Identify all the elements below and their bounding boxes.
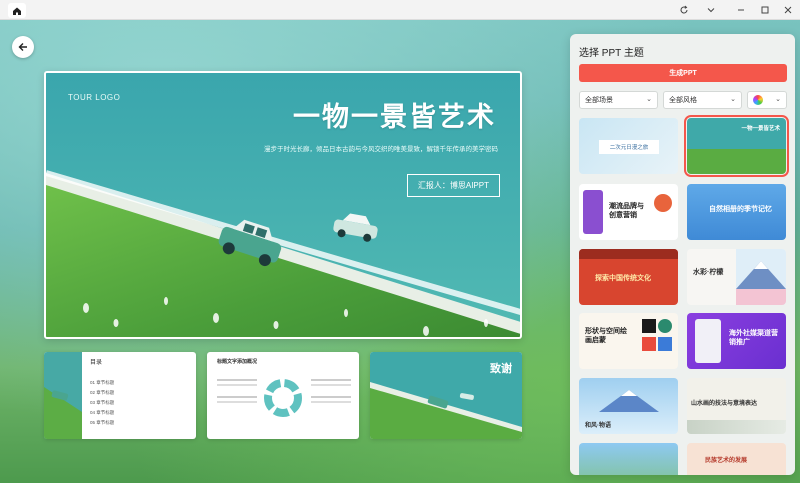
template-art [583, 190, 603, 234]
chevron-down-icon: ⌄ [775, 96, 781, 103]
overview-text-lines [217, 376, 257, 416]
generate-ppt-button[interactable]: 生成PPT [579, 64, 787, 82]
color-wheel-icon [753, 95, 763, 105]
chevron-down-icon: ⌄ [730, 96, 736, 103]
template-art [658, 319, 672, 333]
slide-thumbnail-overview[interactable]: 标题文字添加概况 [207, 352, 359, 439]
style-select[interactable]: 全部风格 ⌄ [663, 91, 742, 109]
fuji-illustration [599, 390, 659, 412]
chevron-down-icon[interactable] [703, 2, 719, 18]
toc-item: 02 章节标题 [90, 390, 115, 395]
template-label: 海外社媒渠道营销推广 [729, 330, 778, 346]
refresh-icon[interactable] [676, 2, 692, 18]
style-select-value: 全部风格 [669, 97, 697, 104]
toc-item: 03 章节标题 [90, 400, 115, 405]
slide-thumbnail-thanks[interactable]: 致谢 [370, 352, 522, 439]
slide-reporter: 汇报人：博思AIPPT [406, 174, 500, 197]
template-label: 水彩·柠檬 [693, 269, 724, 276]
template-label: 二次元日漫之旅 [599, 140, 659, 154]
template-label: 探索中国传统文化 [595, 275, 651, 282]
slide-logo: TOUR LOGO [68, 93, 121, 102]
template-card-selected[interactable]: 一物一景皆艺术 [684, 115, 789, 177]
minimize-icon[interactable] [733, 2, 749, 18]
template-art [658, 337, 672, 351]
template-art [642, 319, 656, 333]
toc-item: 05 章节标题 [90, 420, 115, 425]
toc-item: 04 章节标题 [90, 410, 115, 415]
template-label: 潮流品牌与创意营销 [609, 203, 644, 219]
template-label: 自然相册的季节记忆 [709, 206, 772, 213]
template-art [642, 337, 656, 351]
template-card[interactable]: 探索中国传统文化 [579, 249, 678, 305]
back-button[interactable] [12, 36, 34, 58]
thanks-title: 致谢 [490, 362, 512, 375]
theme-panel: 选择 PPT 主题 生成PPT 全部场景 ⌄ 全部风格 ⌄ ⌄ 二次元日漫之旅 … [570, 34, 795, 475]
scene-select-value: 全部场景 [585, 97, 613, 104]
template-card[interactable]: 和风·物语 [579, 378, 678, 434]
arrow-left-icon [18, 43, 27, 51]
title-bar [0, 0, 800, 20]
slide-subtitle: 漫步于时光长廊，倾品日本古韵与今风交织的唯美景致，解锁千年传承的美学密码 [264, 146, 498, 153]
chevron-down-icon: ⌄ [646, 96, 652, 103]
template-label: 山水画的技法与意境表达 [691, 401, 758, 407]
toc-title: 目录 [90, 360, 103, 366]
template-card[interactable]: 山水画的技法与意境表达 [687, 378, 786, 434]
template-label: 和风·物语 [585, 423, 611, 429]
color-select[interactable]: ⌄ [747, 91, 787, 109]
template-art [579, 249, 678, 259]
template-card[interactable]: 民族艺术的发展 [687, 443, 786, 475]
slide-title: 一物一景皆艺术 [293, 102, 496, 133]
template-card[interactable] [579, 443, 678, 475]
cycle-diagram [264, 379, 302, 417]
template-art [695, 319, 721, 363]
main-slide-preview: TOUR LOGO 一物一景皆艺术 漫步于时光长廊，倾品日本古韵与今风交织的唯美… [44, 71, 522, 339]
template-card[interactable]: 潮流品牌与创意营销 [579, 184, 678, 240]
close-icon[interactable] [780, 2, 796, 18]
template-card[interactable]: 海外社媒渠道营销推广 [687, 313, 786, 369]
slide-thumbnail-toc[interactable]: 目录 01 章节标题 02 章节标题 03 章节标题 04 章节标题 05 章节… [44, 352, 196, 439]
template-card[interactable]: 形状与空间绘画启蒙 [579, 313, 678, 369]
template-art [687, 420, 786, 434]
toc-list: 01 章节标题 02 章节标题 03 章节标题 04 章节标题 05 章节标题 [90, 378, 114, 428]
overview-title: 标题文字添加概况 [217, 359, 258, 365]
home-tab[interactable] [8, 3, 26, 18]
toc-item: 01 章节标题 [90, 380, 115, 385]
scene-select[interactable]: 全部场景 ⌄ [579, 91, 658, 109]
template-label: 一物一景皆艺术 [741, 126, 780, 132]
template-card[interactable]: 水彩·柠檬 [687, 249, 786, 305]
home-icon [13, 7, 21, 15]
template-card[interactable]: 二次元日漫之旅 [579, 118, 678, 174]
mountain-illustration [736, 249, 786, 305]
panel-title: 选择 PPT 主题 [579, 48, 644, 59]
toc-illustration [44, 352, 82, 439]
maximize-icon[interactable] [757, 2, 773, 18]
template-label: 形状与空间绘画启蒙 [585, 328, 627, 344]
overview-text-lines-right [311, 376, 351, 416]
template-card[interactable]: 自然相册的季节记忆 [687, 184, 786, 240]
template-label: 民族艺术的发展 [705, 458, 748, 464]
template-art [654, 194, 672, 212]
